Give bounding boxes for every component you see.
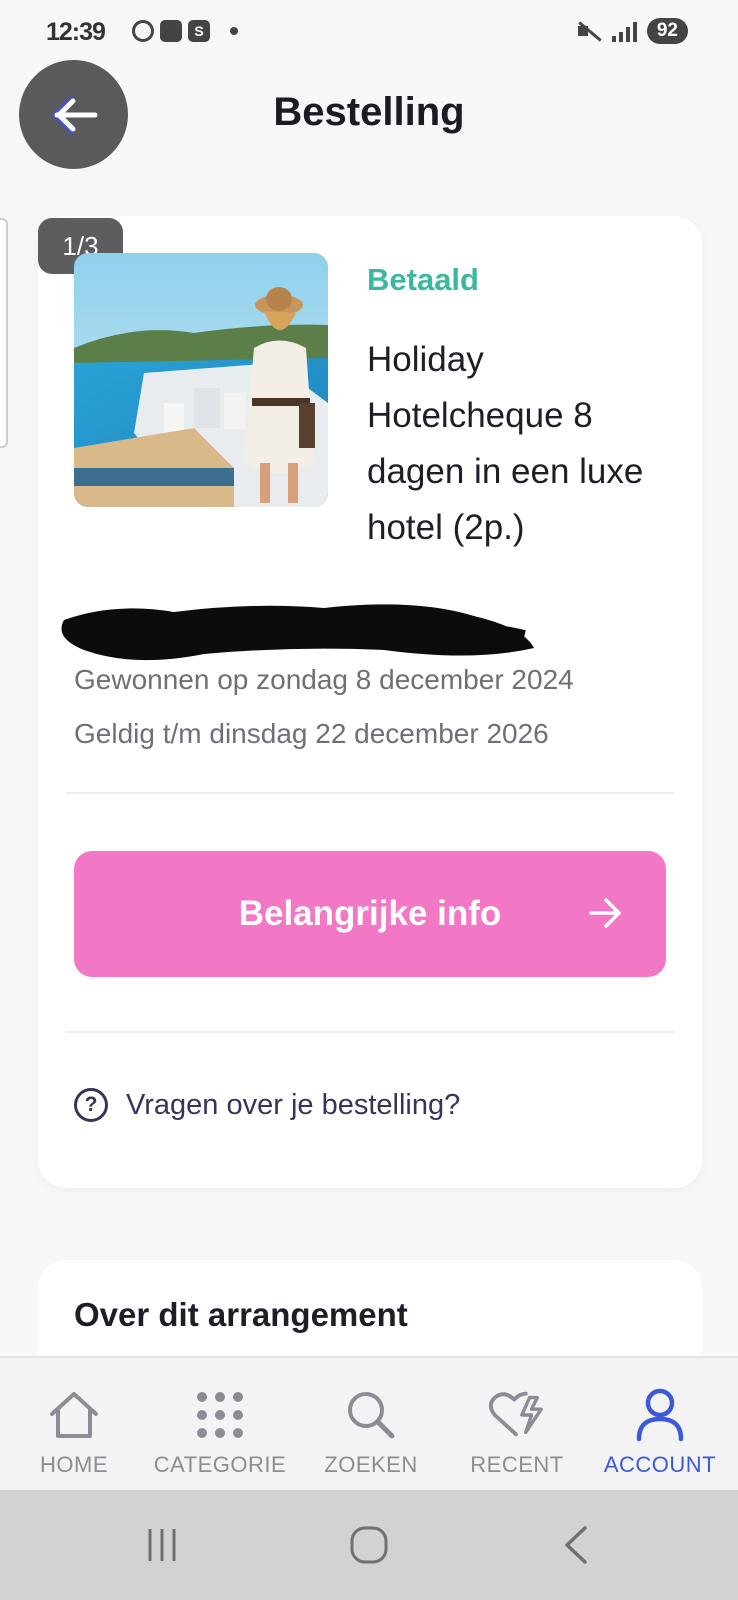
- nav-label: ZOEKEN: [324, 1452, 418, 1477]
- nav-label: HOME: [40, 1452, 108, 1477]
- product-image: [74, 253, 328, 507]
- system-status-icons: 92: [576, 18, 688, 44]
- important-info-label: Belangrijke info: [238, 894, 502, 933]
- nav-label: RECENT: [470, 1452, 564, 1477]
- whatsapp-icon: [132, 20, 154, 42]
- s-app-icon: S: [188, 20, 210, 42]
- about-title: Over dit arrangement: [74, 1296, 408, 1333]
- back-system-button[interactable]: [546, 1520, 606, 1570]
- redaction-scribble: [61, 604, 534, 661]
- divider: [66, 792, 674, 794]
- nav-item-zoeken[interactable]: ZOEKEN: [316, 1358, 426, 1492]
- nav-item-account[interactable]: ACCOUNT: [600, 1358, 720, 1492]
- nav-label: ACCOUNT: [603, 1452, 717, 1477]
- page-title: Bestelling: [273, 90, 465, 134]
- home-system-button[interactable]: [339, 1520, 399, 1570]
- nav-item-categorie[interactable]: CATEGORIE: [152, 1358, 288, 1492]
- signal-icon: [611, 20, 637, 42]
- user-icon: [636, 1388, 684, 1442]
- recent-apps-icon: [148, 1529, 176, 1561]
- payment-status: Betaald: [367, 262, 479, 297]
- screen: 12:39 S 92 Bestelling 1/3 Betaald Holida…: [0, 0, 738, 1600]
- system-navigation-bar: [0, 1490, 738, 1600]
- won-date: Gewonnen op zondag 8 december 2024: [74, 664, 574, 695]
- question-circle-icon: ?: [74, 1088, 108, 1122]
- chevron-left-icon: [565, 1526, 587, 1564]
- mute-icon: [576, 20, 602, 42]
- nav-item-recent[interactable]: RECENT: [462, 1358, 572, 1492]
- arrow-right-icon: [589, 898, 621, 928]
- more-notifications-dot: [230, 27, 238, 35]
- status-bar: 12:39 S 92: [0, 0, 738, 66]
- grid-icon: [197, 1392, 243, 1438]
- home-icon: [50, 1392, 98, 1438]
- notification-icons: S: [132, 20, 238, 42]
- valid-until-date: Geldig t/m dinsdag 22 december 2026: [74, 718, 549, 749]
- home-circle-icon: [350, 1526, 388, 1564]
- nav-label: CATEGORIE: [153, 1452, 287, 1477]
- order-help-text: Vragen over je bestelling?: [126, 1088, 461, 1121]
- bottom-navigation: HOME CATEGORIE ZOEKEN RECENT ACCOUNT: [0, 1356, 738, 1490]
- edge-panel-handle[interactable]: [0, 218, 8, 448]
- status-time: 12:39: [46, 18, 106, 46]
- recent-apps-button[interactable]: [132, 1520, 192, 1570]
- search-icon: [348, 1392, 395, 1439]
- important-info-button[interactable]: Belangrijke info: [74, 851, 666, 977]
- battery-level: 92: [646, 18, 688, 44]
- heart-lightning-icon: [488, 1391, 543, 1437]
- order-help-link[interactable]: ? Vragen over je bestelling?: [74, 1088, 460, 1122]
- message-icon: [160, 20, 182, 42]
- divider: [66, 1031, 674, 1033]
- nav-item-home[interactable]: HOME: [24, 1358, 124, 1492]
- product-title: Holiday Hotelcheque 8 dagen in een luxe …: [367, 340, 644, 547]
